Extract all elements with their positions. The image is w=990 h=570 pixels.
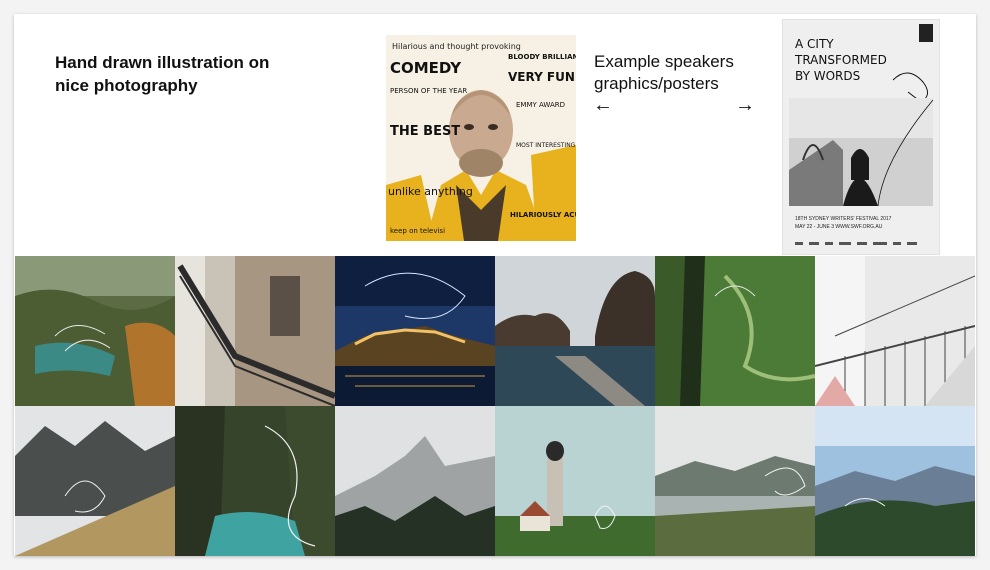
gallery-photo-waterfall-lakes <box>15 256 175 406</box>
gallery-photo-stair-tower <box>175 256 335 406</box>
comedy-poster-image: Hilarious and thought provoking COMEDY V… <box>386 35 576 241</box>
example-caption: Example speakers graphics/posters <box>594 51 764 95</box>
gallery-photo-white-staircase <box>815 256 975 406</box>
photo-gallery <box>15 256 975 556</box>
poster-text-1: Hilarious and thought provoking <box>392 42 521 51</box>
heading-line-1: Hand drawn illustration on <box>55 53 270 72</box>
gallery-photo-mossy-cliff <box>655 256 815 406</box>
arrow-right-icon: → <box>735 94 755 116</box>
gallery-photo-canyon-river <box>175 406 335 556</box>
city-title-2: TRANSFORMED <box>794 53 887 67</box>
gallery-photo-night-castle <box>335 256 495 406</box>
festival-logo-icon <box>919 24 933 42</box>
poster-text-6: THE BEST <box>390 124 460 139</box>
poster-text-7: unlike anything <box>388 185 473 198</box>
poster-text-10: MOST INTERESTING <box>516 142 576 149</box>
gallery-photo-valley-hills <box>815 406 975 556</box>
poster-text-4: PERSON OF THE YEAR <box>390 87 467 95</box>
city-title-1: A CITY <box>795 37 834 51</box>
poster-text-2: COMEDY <box>390 59 462 77</box>
gallery-photo-church-tower <box>495 406 655 556</box>
example-line-1: Example speakers <box>594 52 734 71</box>
arrow-left-icon: ← <box>593 94 613 116</box>
city-footer-2: MAY 22 - JUNE 3 WWW.SWF.ORG.AU <box>795 224 883 230</box>
poster-text-9: BLOODY BRILLIANT <box>508 53 576 61</box>
slide: Hand drawn illustration on nice photogra… <box>14 14 976 556</box>
city-poster-image: A CITY TRANSFORMED BY WORDS 18TH SYDNEY … <box>783 20 939 254</box>
poster-text-11: keep on televisi <box>390 227 445 235</box>
example-line-2: graphics/posters <box>594 74 719 93</box>
city-title-3: BY WORDS <box>795 69 860 83</box>
poster-text-5: EMMY AWARD <box>516 101 565 109</box>
gallery-photo-mountain-ridge <box>15 406 175 556</box>
poster-text-8: HILARIOUSLY ACUTE <box>510 211 576 219</box>
poster-text-3: VERY FUNNY <box>508 70 576 84</box>
slide-heading: Hand drawn illustration on nice photogra… <box>55 51 355 97</box>
city-footer-1: 18TH SYDNEY WRITERS' FESTIVAL 2017 <box>795 216 892 222</box>
gallery-photo-sea-rocks <box>495 256 655 406</box>
gallery-photo-misty-peaks <box>335 406 495 556</box>
heading-line-2: nice photography <box>55 76 198 95</box>
gallery-photo-foggy-lake <box>655 406 815 556</box>
